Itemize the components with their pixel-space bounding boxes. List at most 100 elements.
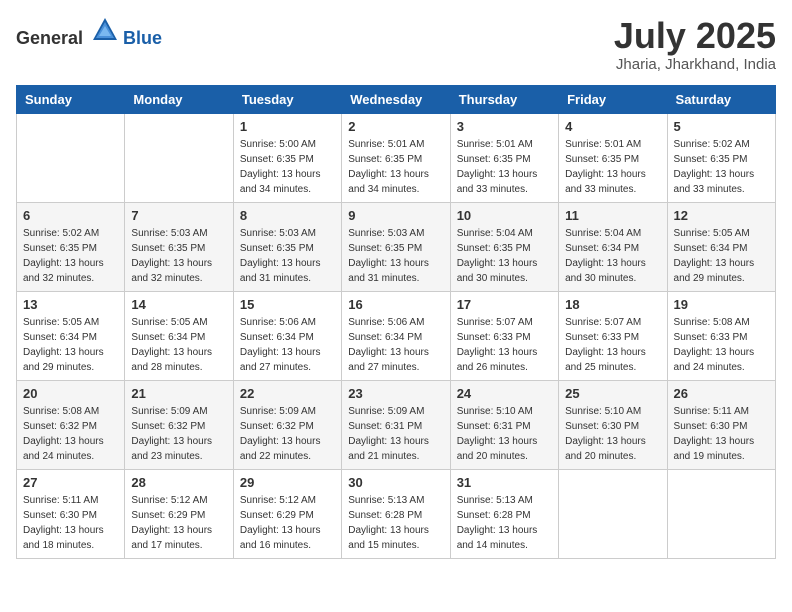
title-block: July 2025 Jharia, Jharkhand, India — [614, 16, 776, 73]
calendar-cell: 3 Sunrise: 5:01 AM Sunset: 6:35 PM Daylig… — [450, 113, 558, 202]
calendar-cell: 4 Sunrise: 5:01 AM Sunset: 6:35 PM Daylig… — [559, 113, 667, 202]
day-info: Sunrise: 5:04 AM Sunset: 6:35 PM Dayligh… — [457, 226, 552, 286]
day-number: 22 — [240, 386, 335, 401]
weekday-header-saturday: Saturday — [667, 85, 775, 113]
calendar-cell: 24 Sunrise: 5:10 AM Sunset: 6:31 PM Dayli… — [450, 380, 558, 469]
calendar-cell: 8 Sunrise: 5:03 AM Sunset: 6:35 PM Daylig… — [233, 202, 341, 291]
day-info: Sunrise: 5:11 AM Sunset: 6:30 PM Dayligh… — [674, 404, 769, 464]
day-info: Sunrise: 5:05 AM Sunset: 6:34 PM Dayligh… — [674, 226, 769, 286]
weekday-header-tuesday: Tuesday — [233, 85, 341, 113]
calendar-cell: 18Sunrise: 5:07 AM Sunset: 6:33 PM Dayli… — [559, 291, 667, 380]
day-number: 25 — [565, 386, 660, 401]
calendar-cell: 27Sunrise: 5:11 AM Sunset: 6:30 PM Dayli… — [17, 469, 125, 558]
day-number: 20 — [23, 386, 118, 401]
day-number: 2 — [348, 119, 443, 134]
location-title: Jharia, Jharkhand, India — [614, 56, 776, 73]
day-number: 24 — [457, 386, 552, 401]
day-info: Sunrise: 5:01 AM Sunset: 6:35 PM Dayligh… — [457, 137, 552, 197]
day-info: Sunrise: 5:03 AM Sunset: 6:35 PM Dayligh… — [131, 226, 226, 286]
logo-general: General — [16, 28, 83, 48]
weekday-header-sunday: Sunday — [17, 85, 125, 113]
day-number: 13 — [23, 297, 118, 312]
day-info: Sunrise: 5:10 AM Sunset: 6:31 PM Dayligh… — [457, 404, 552, 464]
calendar-cell: 1 Sunrise: 5:00 AM Sunset: 6:35 PM Daylig… — [233, 113, 341, 202]
day-info: Sunrise: 5:02 AM Sunset: 6:35 PM Dayligh… — [23, 226, 118, 286]
week-row-4: 20 Sunrise: 5:08 AM Sunset: 6:32 PM Dayli… — [17, 380, 776, 469]
calendar-cell: 14 Sunrise: 5:05 AM Sunset: 6:34 PM Dayli… — [125, 291, 233, 380]
day-number: 9 — [348, 208, 443, 223]
weekday-header-monday: Monday — [125, 85, 233, 113]
calendar-cell: 25 Sunrise: 5:10 AM Sunset: 6:30 PM Dayli… — [559, 380, 667, 469]
week-row-3: 13 Sunrise: 5:05 AM Sunset: 6:34 PM Dayli… — [17, 291, 776, 380]
day-number: 31 — [457, 475, 552, 490]
day-info: Sunrise: 5:09 AM Sunset: 6:32 PM Dayligh… — [131, 404, 226, 464]
day-number: 16 — [348, 297, 443, 312]
day-info: Sunrise: 5:04 AM Sunset: 6:34 PM Dayligh… — [565, 226, 660, 286]
calendar-cell: 20 Sunrise: 5:08 AM Sunset: 6:32 PM Dayli… — [17, 380, 125, 469]
day-number: 12 — [674, 208, 769, 223]
day-number: 4 — [565, 119, 660, 134]
page-header: General Blue July 2025 Jharia, Jharkhand… — [16, 16, 776, 73]
weekday-header-friday: Friday — [559, 85, 667, 113]
day-info: Sunrise: 5:07 AM Sunset: 6:33 PM Dayligh… — [457, 315, 552, 375]
calendar-cell: 10 Sunrise: 5:04 AM Sunset: 6:35 PM Dayli… — [450, 202, 558, 291]
day-number: 10 — [457, 208, 552, 223]
day-info: Sunrise: 5:02 AM Sunset: 6:35 PM Dayligh… — [674, 137, 769, 197]
calendar-cell: 30Sunrise: 5:13 AM Sunset: 6:28 PM Dayli… — [342, 469, 450, 558]
day-number: 28 — [131, 475, 226, 490]
calendar-cell: 7Sunrise: 5:03 AM Sunset: 6:35 PM Daylig… — [125, 202, 233, 291]
calendar-cell: 28Sunrise: 5:12 AM Sunset: 6:29 PM Dayli… — [125, 469, 233, 558]
day-number: 21 — [131, 386, 226, 401]
day-info: Sunrise: 5:05 AM Sunset: 6:34 PM Dayligh… — [131, 315, 226, 375]
day-number: 11 — [565, 208, 660, 223]
day-number: 8 — [240, 208, 335, 223]
day-number: 30 — [348, 475, 443, 490]
calendar-cell: 19Sunrise: 5:08 AM Sunset: 6:33 PM Dayli… — [667, 291, 775, 380]
calendar-cell — [559, 469, 667, 558]
week-row-1: 1 Sunrise: 5:00 AM Sunset: 6:35 PM Daylig… — [17, 113, 776, 202]
calendar-cell: 16 Sunrise: 5:06 AM Sunset: 6:34 PM Dayli… — [342, 291, 450, 380]
day-info: Sunrise: 5:05 AM Sunset: 6:34 PM Dayligh… — [23, 315, 118, 375]
day-info: Sunrise: 5:08 AM Sunset: 6:32 PM Dayligh… — [23, 404, 118, 464]
logo: General Blue — [16, 16, 162, 49]
day-info: Sunrise: 5:09 AM Sunset: 6:31 PM Dayligh… — [348, 404, 443, 464]
day-number: 15 — [240, 297, 335, 312]
calendar-cell: 2Sunrise: 5:01 AM Sunset: 6:35 PM Daylig… — [342, 113, 450, 202]
calendar-cell: 21 Sunrise: 5:09 AM Sunset: 6:32 PM Dayli… — [125, 380, 233, 469]
day-info: Sunrise: 5:13 AM Sunset: 6:28 PM Dayligh… — [457, 493, 552, 553]
logo-icon — [91, 16, 119, 44]
calendar-cell: 9Sunrise: 5:03 AM Sunset: 6:35 PM Daylig… — [342, 202, 450, 291]
day-number: 3 — [457, 119, 552, 134]
calendar-cell: 5Sunrise: 5:02 AM Sunset: 6:35 PM Daylig… — [667, 113, 775, 202]
day-number: 1 — [240, 119, 335, 134]
calendar-cell: 29Sunrise: 5:12 AM Sunset: 6:29 PM Dayli… — [233, 469, 341, 558]
month-title: July 2025 — [614, 16, 776, 56]
day-number: 18 — [565, 297, 660, 312]
calendar-cell — [17, 113, 125, 202]
calendar-cell: 26 Sunrise: 5:11 AM Sunset: 6:30 PM Dayli… — [667, 380, 775, 469]
weekday-header-row: SundayMondayTuesdayWednesdayThursdayFrid… — [17, 85, 776, 113]
day-number: 23 — [348, 386, 443, 401]
day-number: 26 — [674, 386, 769, 401]
day-info: Sunrise: 5:03 AM Sunset: 6:35 PM Dayligh… — [240, 226, 335, 286]
day-info: Sunrise: 5:08 AM Sunset: 6:33 PM Dayligh… — [674, 315, 769, 375]
calendar-cell: 13 Sunrise: 5:05 AM Sunset: 6:34 PM Dayli… — [17, 291, 125, 380]
day-number: 14 — [131, 297, 226, 312]
day-info: Sunrise: 5:09 AM Sunset: 6:32 PM Dayligh… — [240, 404, 335, 464]
day-info: Sunrise: 5:06 AM Sunset: 6:34 PM Dayligh… — [348, 315, 443, 375]
calendar-cell: 22 Sunrise: 5:09 AM Sunset: 6:32 PM Dayli… — [233, 380, 341, 469]
calendar-table: SundayMondayTuesdayWednesdayThursdayFrid… — [16, 85, 776, 559]
day-info: Sunrise: 5:00 AM Sunset: 6:35 PM Dayligh… — [240, 137, 335, 197]
calendar-cell — [667, 469, 775, 558]
weekday-header-wednesday: Wednesday — [342, 85, 450, 113]
weekday-header-thursday: Thursday — [450, 85, 558, 113]
calendar-cell: 11 Sunrise: 5:04 AM Sunset: 6:34 PM Dayli… — [559, 202, 667, 291]
calendar-cell: 17 Sunrise: 5:07 AM Sunset: 6:33 PM Dayli… — [450, 291, 558, 380]
day-number: 17 — [457, 297, 552, 312]
day-number: 27 — [23, 475, 118, 490]
day-info: Sunrise: 5:01 AM Sunset: 6:35 PM Dayligh… — [565, 137, 660, 197]
week-row-2: 6Sunrise: 5:02 AM Sunset: 6:35 PM Daylig… — [17, 202, 776, 291]
calendar-cell: 12 Sunrise: 5:05 AM Sunset: 6:34 PM Dayli… — [667, 202, 775, 291]
day-info: Sunrise: 5:10 AM Sunset: 6:30 PM Dayligh… — [565, 404, 660, 464]
calendar-cell: 15Sunrise: 5:06 AM Sunset: 6:34 PM Dayli… — [233, 291, 341, 380]
